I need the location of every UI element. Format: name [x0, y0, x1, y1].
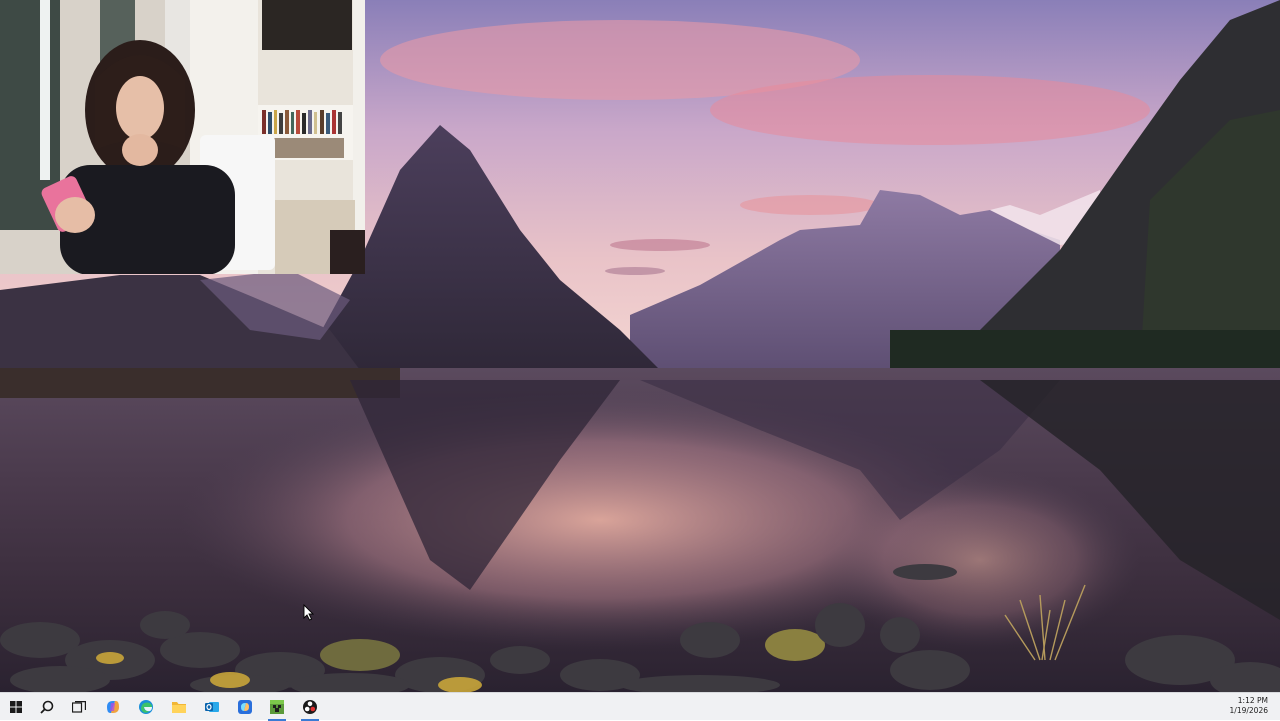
taskbar: 1:12 PM 1/19/2026 — [0, 692, 1280, 721]
search-icon[interactable] — [32, 695, 62, 719]
minecraft-icon[interactable] — [262, 695, 292, 721]
desktop-wallpaper — [0, 0, 1280, 692]
mouse-cursor-icon — [303, 604, 315, 621]
webcam-feed-icon — [0, 0, 365, 274]
edge-icon[interactable] — [131, 695, 161, 719]
windows-start-icon[interactable] — [1, 695, 31, 719]
system-clock[interactable]: 1:12 PM 1/19/2026 — [1208, 696, 1268, 716]
task-view-icon[interactable] — [64, 695, 94, 719]
webcam-overlay — [0, 0, 365, 274]
clock-time: 1:12 PM — [1237, 696, 1268, 705]
copilot-icon[interactable] — [98, 695, 128, 719]
file-explorer-icon[interactable] — [164, 695, 194, 719]
obs-icon[interactable] — [295, 695, 325, 721]
clock-date: 1/19/2026 — [1229, 706, 1268, 715]
outlook-icon[interactable] — [197, 695, 227, 719]
copilot-app-icon[interactable] — [230, 695, 260, 719]
